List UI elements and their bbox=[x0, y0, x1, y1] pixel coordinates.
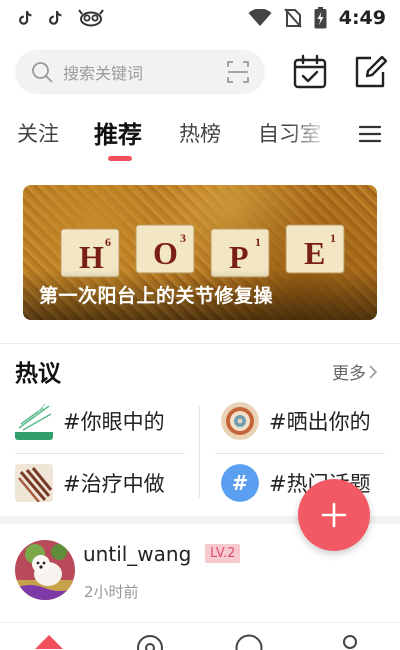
no-sim-icon bbox=[283, 8, 302, 28]
tile-score: 6 bbox=[105, 235, 111, 249]
tiktok-icon bbox=[19, 11, 32, 25]
search-placeholder: 搜索关键词 bbox=[63, 64, 144, 83]
topic-text: #晒出你的 bbox=[269, 410, 371, 434]
tab-fade bbox=[290, 112, 336, 158]
grid-divider bbox=[215, 453, 385, 454]
level-badge: LV.2 bbox=[205, 544, 241, 563]
tile-letter: O bbox=[153, 235, 178, 271]
menu-icon[interactable] bbox=[359, 125, 381, 143]
category-tabs: 关注 推荐 热榜 自习室 bbox=[0, 112, 400, 164]
create-post-button[interactable] bbox=[298, 479, 370, 551]
tile-score: 1 bbox=[255, 235, 261, 249]
more-link[interactable]: 更多 bbox=[332, 359, 378, 384]
tile-score: 1 bbox=[330, 231, 336, 245]
message-icon[interactable] bbox=[234, 633, 264, 650]
status-bar: 4:49 bbox=[0, 0, 400, 36]
post-timestamp: 2小时前 bbox=[84, 583, 139, 601]
tab-hot-list[interactable]: 热榜 bbox=[179, 118, 221, 148]
profile-icon[interactable] bbox=[339, 633, 361, 650]
scan-icon[interactable] bbox=[227, 61, 249, 83]
search-icon bbox=[32, 62, 53, 83]
battery-icon bbox=[314, 7, 327, 29]
tab-recommend[interactable]: 推荐 bbox=[94, 115, 142, 150]
topic-text: #治疗中做 bbox=[63, 472, 165, 496]
hot-topic-item[interactable]: #你眼中的 bbox=[15, 402, 165, 440]
tab-active-indicator bbox=[108, 156, 132, 161]
more-label: 更多 bbox=[332, 364, 366, 384]
tab-follow[interactable]: 关注 bbox=[17, 118, 59, 148]
banner-caption: 第一次阳台上的关节修复操 bbox=[39, 285, 274, 307]
grid-divider bbox=[15, 453, 185, 454]
tiktok-icon bbox=[49, 11, 62, 25]
search-input[interactable]: 搜索关键词 bbox=[15, 50, 265, 94]
hot-topic-item[interactable]: #治疗中做 bbox=[15, 464, 165, 502]
topic-thumbnail bbox=[15, 402, 53, 440]
search-row: 搜索关键词 bbox=[0, 46, 400, 98]
hashtag-topic-icon: # bbox=[221, 464, 259, 502]
tile-score: 3 bbox=[180, 231, 186, 245]
home-icon[interactable] bbox=[34, 633, 64, 650]
dog-avatar-image bbox=[15, 540, 75, 600]
section-divider bbox=[0, 343, 400, 344]
chevron-right-icon bbox=[369, 364, 378, 379]
system-icons: 4:49 bbox=[248, 7, 386, 29]
banner-carousel[interactable]: H 6 O 3 P 1 E 1 第一次阳台上的关节修复操 bbox=[23, 185, 377, 320]
app-mascot-icon bbox=[78, 9, 104, 27]
svg-text:#: # bbox=[232, 471, 249, 495]
hot-section-title: 热议 bbox=[15, 361, 61, 387]
grid-divider bbox=[199, 406, 200, 498]
calendar-check-icon[interactable] bbox=[293, 54, 327, 90]
tile-letter: E bbox=[304, 235, 325, 271]
plus-icon bbox=[321, 502, 347, 528]
topic-thumbnail bbox=[221, 402, 259, 440]
topic-thumbnail bbox=[15, 464, 53, 502]
wifi-icon bbox=[248, 9, 272, 26]
clock: 4:49 bbox=[338, 7, 386, 29]
discover-icon[interactable] bbox=[135, 633, 165, 650]
post-username[interactable]: until_wang bbox=[83, 542, 191, 566]
hot-topic-item[interactable]: #晒出你的 bbox=[221, 402, 371, 440]
bottom-nav bbox=[0, 622, 400, 650]
edit-post-icon[interactable] bbox=[353, 54, 387, 90]
notification-icons bbox=[18, 9, 104, 27]
avatar[interactable] bbox=[15, 540, 75, 600]
topic-text: #你眼中的 bbox=[63, 410, 165, 434]
